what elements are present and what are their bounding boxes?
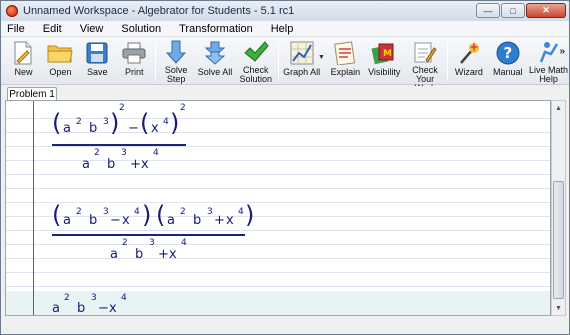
wizard-label: Wizard xyxy=(454,67,483,77)
solve-all-button[interactable]: Solve All xyxy=(195,38,236,84)
tab-problem-1[interactable]: Problem 1 xyxy=(7,87,57,101)
menu-help[interactable]: Help xyxy=(271,23,294,35)
manual-label: Manual xyxy=(493,67,523,77)
save-label: Save xyxy=(87,67,108,77)
margin-line xyxy=(33,101,34,315)
new-label: New xyxy=(14,67,33,77)
check-solution-label: Check Solution xyxy=(239,65,273,84)
menu-solution[interactable]: Solution xyxy=(121,23,161,35)
app-window: Unnamed Workspace - Algebrator for Stude… xyxy=(0,0,570,335)
live-help-figure-icon xyxy=(536,40,562,64)
minimize-button[interactable]: — xyxy=(476,3,500,18)
ruled-lines xyxy=(6,101,550,315)
title-bar[interactable]: Unnamed Workspace - Algebrator for Stude… xyxy=(1,1,569,21)
new-document-icon xyxy=(10,40,36,66)
explain-label: Explain xyxy=(330,67,361,77)
graph-all-label: Graph All xyxy=(283,67,321,77)
step-arrow-down-icon xyxy=(163,40,189,64)
new-button[interactable]: New xyxy=(5,38,42,84)
graph-icon xyxy=(289,40,315,66)
help-question-icon: ? xyxy=(495,40,521,66)
toolbar-separator xyxy=(447,41,449,81)
current-step-row xyxy=(6,291,550,315)
svg-text:?: ? xyxy=(503,44,512,62)
menu-file[interactable]: File xyxy=(7,23,25,35)
explain-notes-icon xyxy=(332,40,358,66)
scroll-thumb[interactable] xyxy=(553,181,564,299)
live-math-help-button[interactable]: Live Math Help xyxy=(528,38,569,84)
status-bar xyxy=(1,319,569,334)
menu-transformation[interactable]: Transformation xyxy=(179,23,253,35)
explain-button[interactable]: Explain xyxy=(327,38,364,84)
window-controls: — □ ✕ xyxy=(476,3,566,18)
wizard-wand-icon xyxy=(456,40,482,66)
check-solution-button[interactable]: Check Solution xyxy=(235,38,276,84)
check-your-work-button[interactable]: Check Your Work xyxy=(405,38,446,93)
visibility-cards-icon: M xyxy=(371,40,397,66)
solve-step-button[interactable]: Solve Step xyxy=(158,38,195,84)
wizard-button[interactable]: Wizard xyxy=(450,38,487,84)
open-label: Open xyxy=(49,67,72,77)
print-label: Print xyxy=(124,67,144,77)
visibility-button[interactable]: M Visibility xyxy=(364,38,405,84)
printer-icon xyxy=(121,40,147,66)
scroll-up-arrow-icon[interactable]: ▲ xyxy=(552,101,565,115)
toolbar-separator xyxy=(278,41,280,81)
tab-strip: Problem 1 xyxy=(1,86,569,101)
floppy-disk-icon xyxy=(84,40,110,66)
visibility-label: Visibility xyxy=(368,67,401,77)
maximize-button[interactable]: □ xyxy=(501,3,525,18)
manual-button[interactable]: ? Manual xyxy=(487,38,528,84)
toolbar-overflow-button[interactable]: » xyxy=(559,46,565,57)
scroll-down-arrow-icon[interactable]: ▼ xyxy=(552,301,565,315)
svg-text:M: M xyxy=(383,49,392,59)
print-button[interactable]: Print xyxy=(116,38,153,84)
close-button[interactable]: ✕ xyxy=(526,3,566,18)
expr1-fraction-bar xyxy=(52,144,186,146)
vertical-scrollbar[interactable]: ▲ ▼ xyxy=(551,100,566,316)
toolbar-separator xyxy=(154,41,156,81)
window-title: Unnamed Workspace - Algebrator for Stude… xyxy=(23,5,295,17)
expr2-fraction-bar xyxy=(52,234,245,236)
solve-step-label: Solve Step xyxy=(164,65,188,84)
folder-icon xyxy=(47,40,73,66)
menu-edit[interactable]: Edit xyxy=(43,23,62,35)
problem-workspace[interactable]: ( a 2 b 3 ) 2 − ( x 4 ) 2 a 2 b 3 + x 4 … xyxy=(5,100,551,316)
graph-all-button[interactable]: Graph All xyxy=(281,38,322,84)
save-button[interactable]: Save xyxy=(79,38,116,84)
graph-dropdown-arrow-icon[interactable]: ▼ xyxy=(318,54,325,61)
live-math-help-label: Live Math Help xyxy=(529,65,569,84)
check-work-pencil-icon xyxy=(412,40,438,64)
checkmark-icon xyxy=(243,40,269,64)
toolbar: New Open Save Print Solve Step Solve All… xyxy=(1,38,569,93)
solve-all-label: Solve All xyxy=(197,67,233,77)
menu-bar: File Edit View Solution Transformation H… xyxy=(1,21,569,37)
menu-view[interactable]: View xyxy=(80,23,104,35)
double-arrow-down-icon xyxy=(202,40,228,66)
open-button[interactable]: Open xyxy=(42,38,79,84)
app-logo-icon xyxy=(6,5,18,17)
